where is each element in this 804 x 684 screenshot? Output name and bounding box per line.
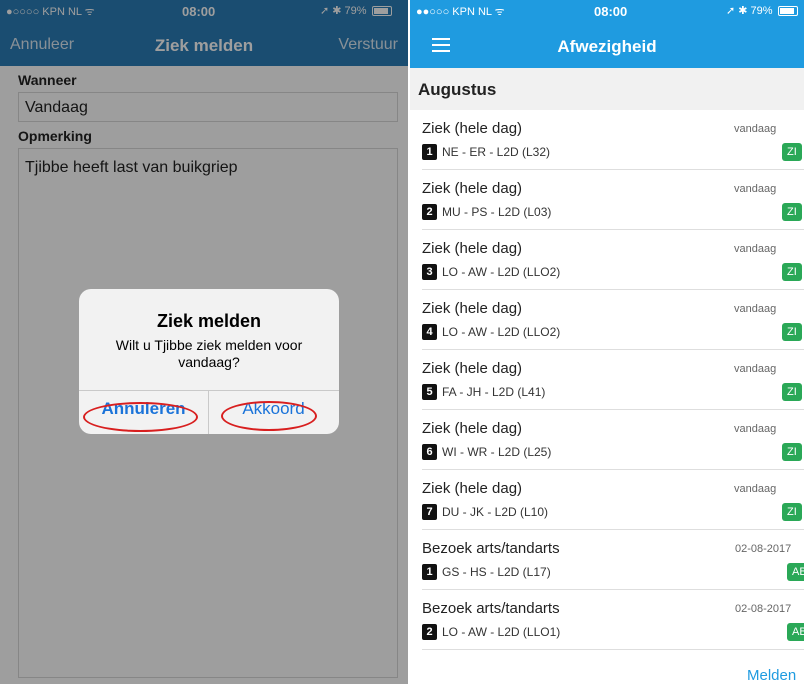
lesson-number-badge: 5 (422, 384, 437, 400)
absence-code-badge: AB (787, 623, 804, 641)
nav-bar: Afwezigheid (410, 22, 804, 68)
lesson-code: FA - JH - L2D (L41) (442, 385, 546, 399)
absence-type: Ziek (hele dag) (422, 480, 523, 497)
row-separator (422, 649, 804, 650)
absence-code-badge: ZI (782, 323, 802, 341)
carrier-signal: ●●○○○ KPN NL ᯤ (416, 6, 505, 18)
absence-code-badge: ZI (782, 383, 802, 401)
absence-code-badge: ZI (782, 443, 802, 461)
alert-title: Ziek melden (156, 311, 262, 331)
battery-text: ➚ ✱ 79% (726, 5, 773, 17)
absence-row[interactable]: Ziek (hele dag) 4 LO - AW - L2D (LLO2) vand… (410, 290, 804, 350)
lesson-number-badge: 3 (422, 264, 437, 280)
absence-type: Ziek (hele dag) (422, 300, 523, 317)
absence-type: Ziek (hele dag) (422, 120, 523, 137)
lesson-code: GS - HS - L2D (L17) (442, 565, 551, 579)
battery-icon (777, 6, 798, 17)
absence-date: vandaag (734, 243, 777, 255)
month-section-header: Augustus (410, 68, 804, 110)
lesson-code: LO - AW - L2D (LLO1) (442, 625, 561, 639)
absence-date: vandaag (734, 363, 777, 375)
absence-row[interactable]: Bezoek arts/tandarts 2 LO - AW - L2D (LLO1… (410, 590, 804, 650)
lesson-number-badge: 2 (422, 204, 437, 220)
absence-list: Ziek (hele dag) 1 NE - ER - L2D (L32) vanda… (410, 110, 804, 650)
lesson-number-badge: 1 (422, 144, 437, 160)
absence-row[interactable]: Ziek (hele dag) 2 MU - PS - L2D (L03) vanda… (410, 170, 804, 230)
absence-type: Bezoek arts/tandarts (422, 600, 560, 617)
absence-date: vandaag (734, 183, 777, 195)
absence-date: 02-08-2017 (735, 603, 792, 615)
melden-link[interactable]: Melden (747, 667, 796, 684)
absence-row[interactable]: Ziek (hele dag) 6 WI - WR - L2D (L25) vanda… (410, 410, 804, 470)
absence-type: Ziek (hele dag) (422, 360, 523, 377)
lesson-number-badge: 7 (422, 504, 437, 520)
absence-row[interactable]: Bezoek arts/tandarts 1 GS - HS - L2D (L17)… (410, 530, 804, 590)
absence-date: vandaag (734, 483, 777, 495)
annotation-circle-cancel (83, 402, 198, 432)
lesson-number-badge: 2 (422, 624, 437, 640)
page-title: Afwezigheid (557, 37, 657, 56)
afwezigheid-screen: ●●○○○ KPN NL ᯤ 08:00 ➚ ✱ 79% Afwezigheid… (410, 0, 804, 684)
absence-date: vandaag (734, 303, 777, 315)
absence-type: Ziek (hele dag) (422, 180, 523, 197)
absence-code-badge: ZI (782, 263, 802, 281)
absence-row[interactable]: Ziek (hele dag) 5 FA - JH - L2D (L41) vanda… (410, 350, 804, 410)
lesson-number-badge: 4 (422, 324, 437, 340)
lesson-number-badge: 6 (422, 444, 437, 460)
lesson-number-badge: 1 (422, 564, 437, 580)
confirm-alert: Ziek melden Wilt u Tjibbe ziek melden vo… (79, 289, 339, 434)
status-bar: ●●○○○ KPN NL ᯤ 08:00 ➚ ✱ 79% (410, 0, 804, 22)
lesson-code: MU - PS - L2D (L03) (442, 205, 552, 219)
absence-type: Ziek (hele dag) (422, 420, 523, 437)
absence-date: vandaag (734, 423, 777, 435)
absence-row[interactable]: Ziek (hele dag) 3 LO - AW - L2D (LLO2) vand… (410, 230, 804, 290)
ziek-melden-screen: ●○○○○ KPN NL ᯤ 08:00 ➚ ✱ 79% Annuleer Zi… (0, 0, 408, 684)
section-title: Augustus (418, 80, 497, 99)
absence-code-badge: ZI (782, 503, 802, 521)
absence-type: Ziek (hele dag) (422, 240, 523, 257)
absence-row[interactable]: Ziek (hele dag) 1 NE - ER - L2D (L32) vanda… (410, 110, 804, 170)
absence-date: 02-08-2017 (735, 543, 792, 555)
absence-row[interactable]: Ziek (hele dag) 7 DU - JK - L2D (L10) vanda… (410, 470, 804, 530)
absence-code-badge: ZI (782, 203, 802, 221)
lesson-code: LO - AW - L2D (LLO2) (442, 265, 561, 279)
annotation-circle-ok (221, 401, 317, 431)
lesson-code: DU - JK - L2D (L10) (442, 505, 549, 519)
absence-code-badge: AB (787, 563, 804, 581)
alert-message: Wilt u Tjibbe ziek melden voor vandaag? (115, 337, 303, 370)
absence-date: vandaag (734, 123, 777, 135)
lesson-code: NE - ER - L2D (L32) (442, 145, 551, 159)
absence-type: Bezoek arts/tandarts (422, 540, 560, 557)
lesson-code: WI - WR - L2D (L25) (442, 445, 552, 459)
lesson-code: LO - AW - L2D (LLO2) (442, 325, 561, 339)
status-battery: ➚ ✱ 79% (726, 4, 798, 17)
absence-code-badge: ZI (782, 143, 802, 161)
status-time: 08:00 (594, 4, 628, 19)
